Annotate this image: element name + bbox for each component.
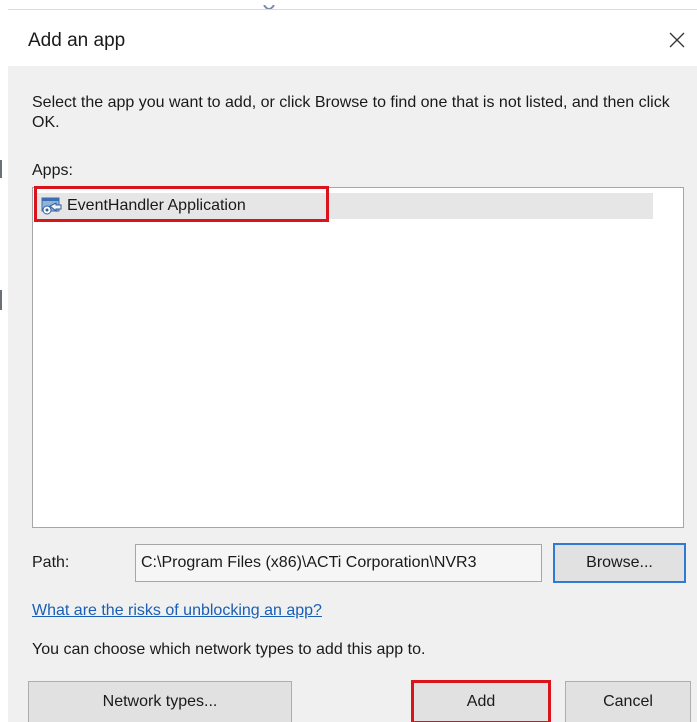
risks-link[interactable]: What are the risks of unblocking an app? — [32, 602, 322, 620]
background-edge-mark — [0, 290, 2, 310]
add-app-dialog: Add an app Select the app you want to ad… — [8, 10, 697, 722]
close-icon — [669, 32, 685, 48]
network-types-button[interactable]: Network types... — [28, 681, 292, 722]
instructions-text: Select the app you want to add, or click… — [32, 94, 670, 131]
add-button[interactable]: Add — [411, 680, 551, 722]
path-label: Path: — [32, 554, 70, 571]
path-input[interactable]: C:\Program Files (x86)\ACTi Corporation\… — [135, 544, 542, 582]
browse-button[interactable]: Browse... — [553, 543, 686, 583]
dialog-title: Add an app — [28, 30, 126, 51]
network-types-text: You can choose which network types to ad… — [32, 641, 426, 658]
screenshot: Add an app Select the app you want to ad… — [0, 0, 697, 722]
background-window-fragment — [262, 0, 276, 10]
cancel-button[interactable]: Cancel — [565, 681, 691, 722]
apps-label: Apps: — [32, 162, 73, 179]
close-button[interactable] — [657, 20, 697, 60]
background-edge-mark — [0, 160, 2, 178]
apps-list[interactable]: EventHandler Application — [32, 187, 684, 528]
title-bar: Add an app — [8, 10, 697, 66]
dialog-body: Select the app you want to add, or click… — [8, 66, 697, 722]
highlight-box-app — [34, 186, 329, 222]
